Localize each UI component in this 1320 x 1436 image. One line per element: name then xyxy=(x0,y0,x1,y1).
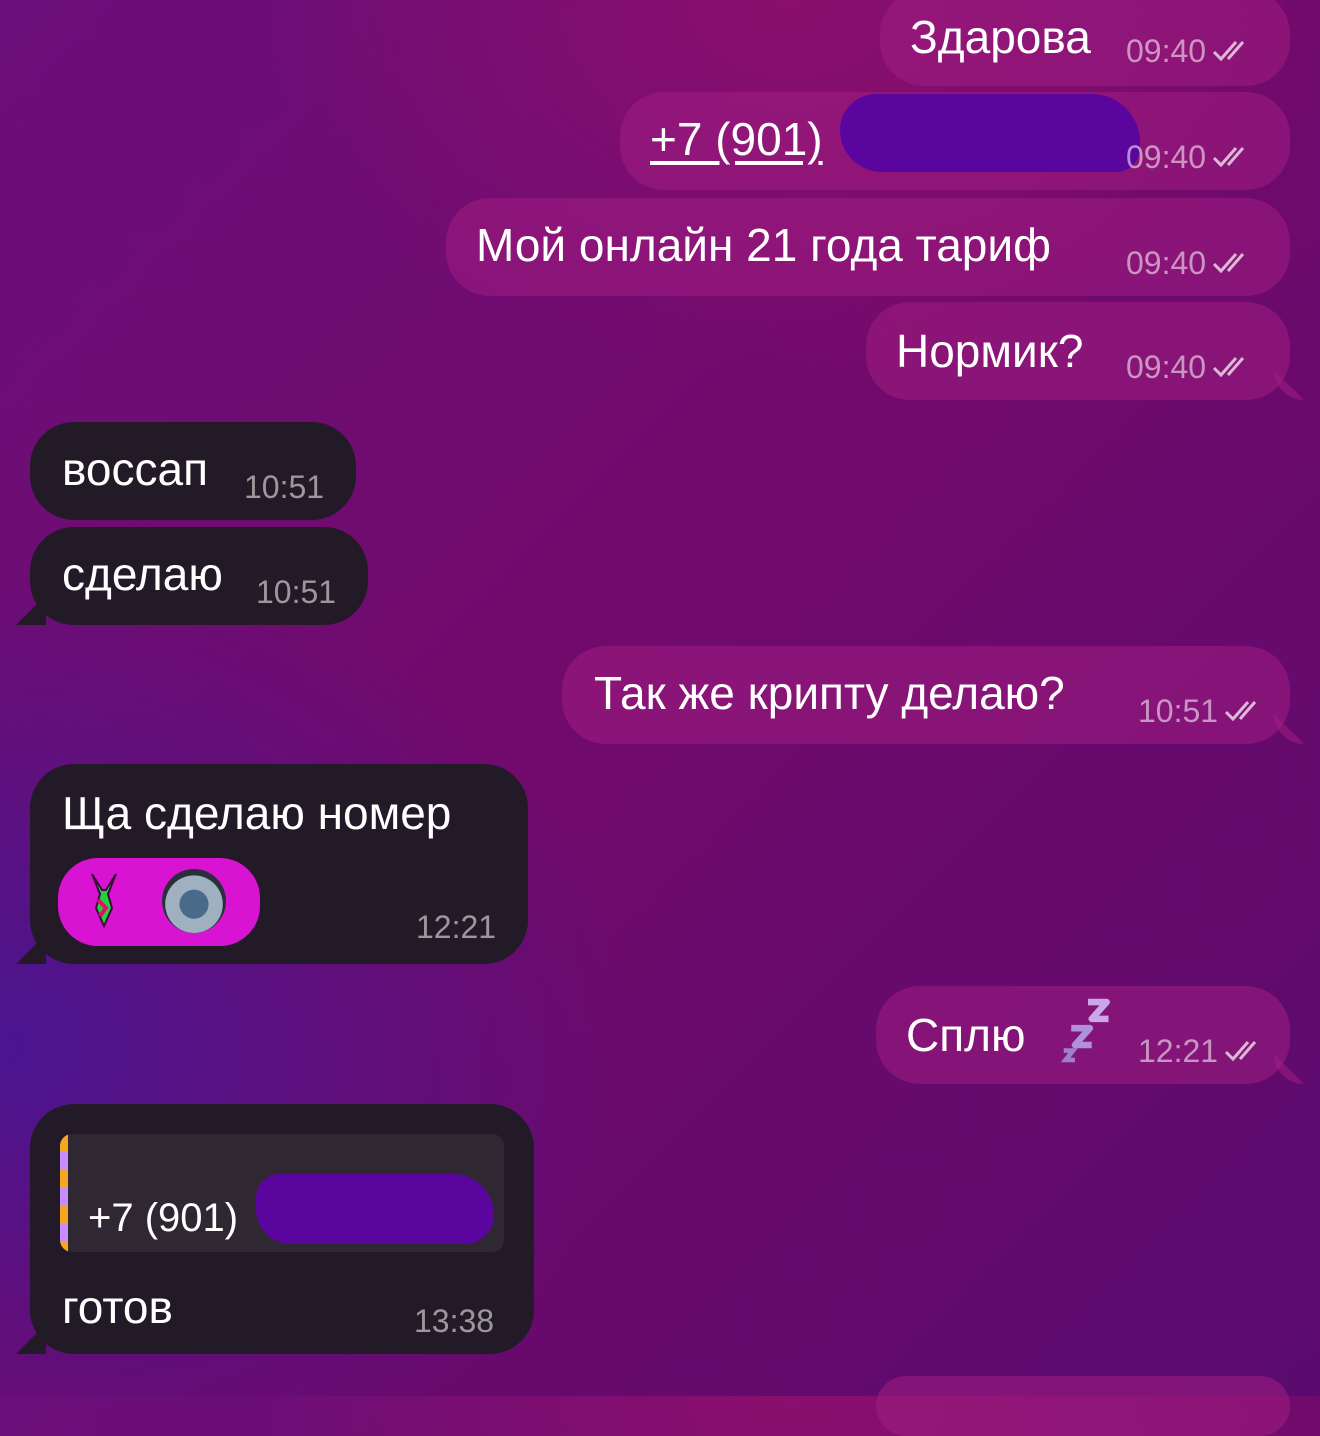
message-bubble[interactable]: Сплю 12:21 xyxy=(876,986,1290,1084)
message-time: 12:21 xyxy=(1138,1033,1219,1069)
message-time: 09:40 xyxy=(1126,139,1207,175)
message-time: 09:40 xyxy=(1126,33,1207,69)
message-time: 10:51 xyxy=(1138,693,1219,729)
message-bubble[interactable]: Мой онлайн 21 года тариф 09:40 xyxy=(446,198,1290,296)
message-time: 12:21 xyxy=(416,909,497,945)
message-meta: 09:40 xyxy=(1126,350,1254,384)
redaction-scribble xyxy=(840,94,1140,172)
message-bubble[interactable]: Так же крипту делаю? 10:51 xyxy=(562,646,1290,744)
double-check-icon xyxy=(1225,1041,1257,1062)
message-text: Ща сделаю номер xyxy=(62,787,452,839)
message-meta: 12:21 xyxy=(416,910,496,944)
message-meta: 12:21 xyxy=(1138,1034,1266,1068)
message-bubble[interactable]: +7 (901) 09:40 xyxy=(620,92,1290,190)
double-check-icon xyxy=(1225,701,1257,722)
double-check-icon xyxy=(1213,357,1245,378)
message-meta: 09:40 xyxy=(1126,140,1254,174)
reply-quote[interactable]: +7 (901) xyxy=(60,1134,504,1252)
message-time: 09:40 xyxy=(1126,245,1207,281)
message-time: 09:40 xyxy=(1126,349,1207,385)
message-text: Так же крипту делаю? xyxy=(594,667,1065,719)
message-text: Здарова xyxy=(910,11,1091,63)
chat-area: Здарова 09:40 +7 (901) 09:40 Мой онлайн … xyxy=(0,0,1320,1436)
message-meta: 10:51 xyxy=(244,470,324,504)
quote-text: +7 (901) xyxy=(88,1196,239,1240)
message-time: 13:38 xyxy=(414,1303,495,1339)
message-text: сделаю xyxy=(62,548,223,600)
message-bubble[interactable]: Нормик? 09:40 xyxy=(866,302,1290,400)
avatar-icon xyxy=(162,869,226,933)
message-bubble[interactable]: сделаю 10:51 xyxy=(30,527,368,625)
message-bubble[interactable]: Ща сделаю номер 12:21 xyxy=(30,764,528,964)
reactions-pill[interactable] xyxy=(58,858,260,946)
message-bubble[interactable]: воссап 10:51 xyxy=(30,422,356,520)
phone-link[interactable]: +7 (901) xyxy=(650,114,823,164)
bunny-sticker-icon xyxy=(91,873,117,929)
message-meta: 09:40 xyxy=(1126,246,1254,280)
message-meta: 10:51 xyxy=(1138,694,1266,728)
sleep-zzz-icon xyxy=(1060,998,1110,1063)
message-bubble[interactable]: +7 (901) готов 13:38 xyxy=(30,1104,534,1354)
quote-accent-bar xyxy=(60,1134,68,1252)
message-meta: 10:51 xyxy=(256,575,336,609)
double-check-icon xyxy=(1213,147,1245,168)
message-time: 10:51 xyxy=(244,469,325,505)
message-meta: 13:38 xyxy=(414,1304,494,1338)
message-bubble-partial xyxy=(876,1376,1290,1436)
message-meta: 09:40 xyxy=(1126,34,1254,68)
double-check-icon xyxy=(1213,253,1245,274)
redaction-scribble xyxy=(256,1174,494,1244)
message-bubble[interactable]: Здарова 09:40 xyxy=(880,0,1290,86)
double-check-icon xyxy=(1213,41,1245,62)
message-time: 10:51 xyxy=(256,574,337,610)
message-text: Нормик? xyxy=(896,325,1084,377)
message-text: Мой онлайн 21 года тариф xyxy=(476,219,1051,271)
message-text: Сплю xyxy=(906,1009,1026,1061)
message-text: готов xyxy=(62,1281,173,1333)
message-text: воссап xyxy=(62,443,208,495)
